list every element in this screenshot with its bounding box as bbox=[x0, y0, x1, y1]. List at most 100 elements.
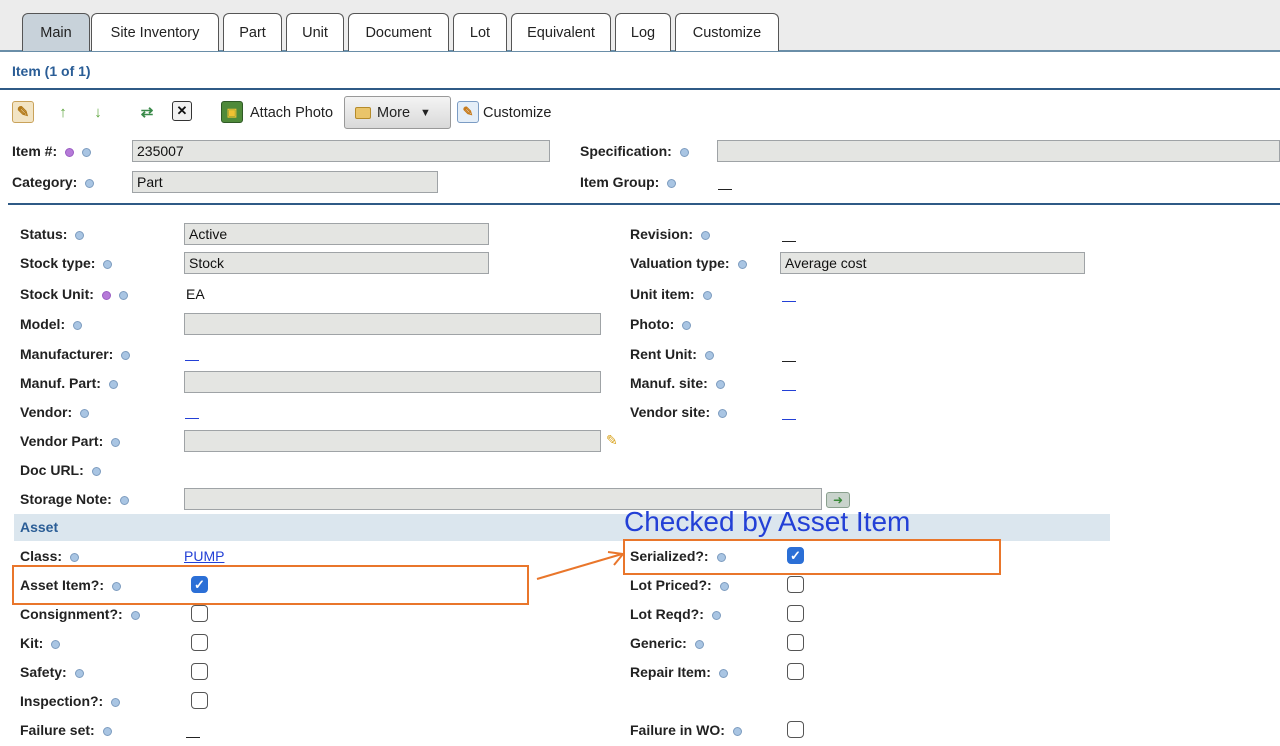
info-icon[interactable] bbox=[108, 379, 118, 389]
revision-label: Revision: bbox=[630, 226, 711, 242]
tab-main[interactable]: Main bbox=[22, 13, 90, 51]
consignment-checkbox[interactable] bbox=[191, 605, 208, 622]
vendor-part-field[interactable] bbox=[184, 430, 601, 452]
refresh-icon[interactable]: ⇄ bbox=[136, 101, 158, 123]
storage-note-label: Storage Note: bbox=[20, 491, 129, 507]
vendor-site-label: Vendor site: bbox=[630, 404, 728, 420]
stock-unit-label: Stock Unit: bbox=[20, 286, 128, 302]
manuf-part-field[interactable] bbox=[184, 371, 601, 393]
info-icon[interactable] bbox=[91, 466, 101, 476]
info-icon[interactable] bbox=[679, 147, 689, 157]
caret-down-icon: ▼ bbox=[420, 106, 431, 119]
delete-icon[interactable]: ✕ bbox=[172, 101, 192, 121]
divider bbox=[8, 203, 1280, 205]
info-icon[interactable] bbox=[732, 726, 742, 736]
required-icon bbox=[101, 290, 111, 300]
unit-item-link[interactable] bbox=[782, 301, 796, 302]
info-icon[interactable] bbox=[119, 495, 129, 505]
valuation-type-field[interactable]: Average cost bbox=[780, 252, 1085, 274]
info-icon[interactable] bbox=[82, 147, 92, 157]
info-icon[interactable] bbox=[682, 320, 692, 330]
arrow-down-icon[interactable]: ↓ bbox=[87, 101, 109, 123]
info-icon[interactable] bbox=[111, 697, 121, 707]
required-icon bbox=[65, 147, 75, 157]
manufacturer-link[interactable] bbox=[185, 360, 199, 361]
info-icon[interactable] bbox=[694, 639, 704, 649]
repair-item-checkbox[interactable] bbox=[787, 663, 804, 680]
more-label: More bbox=[377, 104, 411, 121]
tab-lot[interactable]: Lot bbox=[453, 13, 507, 51]
specification-label: Specification: bbox=[580, 143, 689, 159]
info-icon[interactable] bbox=[102, 726, 112, 736]
vendor-part-label: Vendor Part: bbox=[20, 433, 121, 449]
info-icon[interactable] bbox=[85, 178, 95, 188]
tab-unit[interactable]: Unit bbox=[286, 13, 344, 51]
rent-unit-value[interactable] bbox=[782, 361, 796, 362]
info-icon[interactable] bbox=[719, 581, 729, 591]
photo-icon[interactable]: ▣ bbox=[221, 101, 243, 123]
info-icon[interactable] bbox=[701, 230, 711, 240]
arrow-up-icon[interactable]: ↑ bbox=[52, 101, 74, 123]
info-icon[interactable] bbox=[121, 350, 131, 360]
lot-reqd-label: Lot Reqd?: bbox=[630, 606, 721, 622]
status-field[interactable]: Active bbox=[184, 223, 489, 245]
class-link[interactable]: PUMP bbox=[184, 548, 224, 564]
info-icon[interactable] bbox=[711, 610, 721, 620]
manuf-site-link[interactable] bbox=[782, 390, 796, 391]
tab-document[interactable]: Document bbox=[348, 13, 449, 51]
info-icon[interactable] bbox=[74, 668, 84, 678]
customize-icon[interactable]: ✎ bbox=[457, 101, 479, 123]
attach-photo-button[interactable]: Attach Photo bbox=[250, 105, 333, 121]
tab-site-inventory[interactable]: Site Inventory bbox=[91, 13, 219, 51]
tab-part[interactable]: Part bbox=[223, 13, 282, 51]
info-icon[interactable] bbox=[718, 668, 728, 678]
customize-button[interactable]: Customize bbox=[483, 105, 552, 121]
tab-equivalent[interactable]: Equivalent bbox=[511, 13, 611, 51]
info-icon[interactable] bbox=[103, 259, 113, 269]
info-icon[interactable] bbox=[737, 259, 747, 269]
failure-in-wo-checkbox[interactable] bbox=[787, 721, 804, 738]
info-icon[interactable] bbox=[111, 437, 121, 447]
item-group-value[interactable] bbox=[718, 189, 732, 190]
tab-log[interactable]: Log bbox=[615, 13, 671, 51]
info-icon[interactable] bbox=[118, 290, 128, 300]
info-icon[interactable] bbox=[704, 350, 714, 360]
generic-checkbox[interactable] bbox=[787, 634, 804, 651]
category-field[interactable]: Part bbox=[132, 171, 438, 193]
info-icon[interactable] bbox=[70, 552, 80, 562]
rent-unit-label: Rent Unit: bbox=[630, 346, 714, 362]
info-icon[interactable] bbox=[73, 320, 83, 330]
pencil-icon[interactable]: ✎ bbox=[606, 432, 618, 449]
info-icon[interactable] bbox=[718, 408, 728, 418]
generic-label: Generic: bbox=[630, 635, 704, 651]
stock-type-field[interactable]: Stock bbox=[184, 252, 489, 274]
valuation-type-label: Valuation type: bbox=[630, 255, 747, 271]
item-number-field[interactable]: 235007 bbox=[132, 140, 550, 162]
more-button[interactable]: More ▼ bbox=[344, 96, 451, 129]
safety-checkbox[interactable] bbox=[191, 663, 208, 680]
info-icon[interactable] bbox=[51, 639, 61, 649]
specification-field[interactable] bbox=[717, 140, 1280, 162]
lot-reqd-checkbox[interactable] bbox=[787, 605, 804, 622]
failure-set-value[interactable] bbox=[186, 737, 200, 738]
info-icon[interactable] bbox=[130, 610, 140, 620]
manufacturer-label: Manufacturer: bbox=[20, 346, 131, 362]
repair-item-label: Repair Item: bbox=[630, 664, 728, 680]
info-icon[interactable] bbox=[667, 178, 677, 188]
info-icon[interactable] bbox=[80, 408, 90, 418]
info-icon[interactable] bbox=[702, 290, 712, 300]
vendor-link[interactable] bbox=[185, 418, 199, 419]
unit-item-label: Unit item: bbox=[630, 286, 712, 302]
info-icon[interactable] bbox=[75, 230, 85, 240]
inspection-checkbox[interactable] bbox=[191, 692, 208, 709]
info-icon[interactable] bbox=[715, 379, 725, 389]
model-field[interactable] bbox=[184, 313, 601, 335]
failure-in-wo-label: Failure in WO: bbox=[630, 722, 742, 738]
revision-value[interactable] bbox=[782, 241, 796, 242]
vendor-site-link[interactable] bbox=[782, 419, 796, 420]
kit-checkbox[interactable] bbox=[191, 634, 208, 651]
tab-customize[interactable]: Customize bbox=[675, 13, 779, 51]
lot-priced-checkbox[interactable] bbox=[787, 576, 804, 593]
edit-icon[interactable]: ✎ bbox=[12, 101, 34, 123]
stock-unit-value: EA bbox=[186, 286, 205, 302]
